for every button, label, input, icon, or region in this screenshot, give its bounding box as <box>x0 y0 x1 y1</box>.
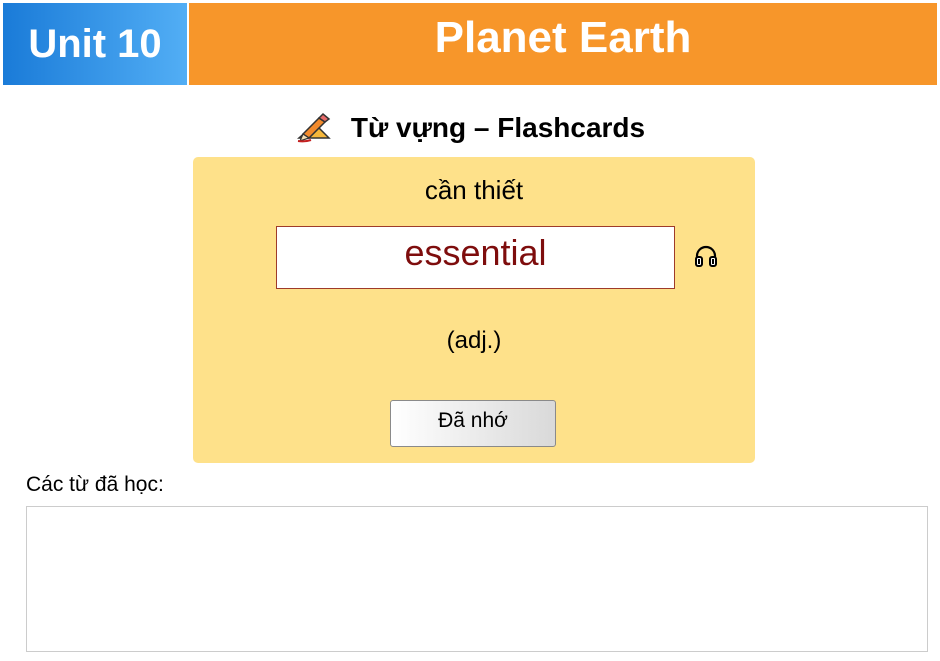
headphones-icon[interactable] <box>693 243 719 269</box>
remembered-button[interactable]: Đã nhớ <box>390 400 556 447</box>
unit-label: Unit 10 <box>28 21 162 66</box>
pencil-writing-icon <box>295 112 333 144</box>
word-meaning: cần thiết <box>424 175 524 205</box>
flashcard: cần thiết essential (adj.) Đã nhớ <box>193 157 755 463</box>
unit-badge: Unit 10 <box>3 3 187 85</box>
section-title: Từ vựng – Flashcards <box>350 112 646 143</box>
header: Unit 10 Planet Earth <box>0 0 940 88</box>
learned-words-label: Các từ đã học: <box>26 473 164 496</box>
title-bar: Planet Earth <box>189 3 937 85</box>
word-display: essential <box>276 226 675 289</box>
part-of-speech: (adj.) <box>446 327 502 354</box>
section-heading: Từ vựng – Flashcards <box>0 110 940 146</box>
page-title: Planet Earth <box>434 13 692 62</box>
learned-words-list <box>26 506 928 652</box>
word-text: essential <box>404 231 547 273</box>
